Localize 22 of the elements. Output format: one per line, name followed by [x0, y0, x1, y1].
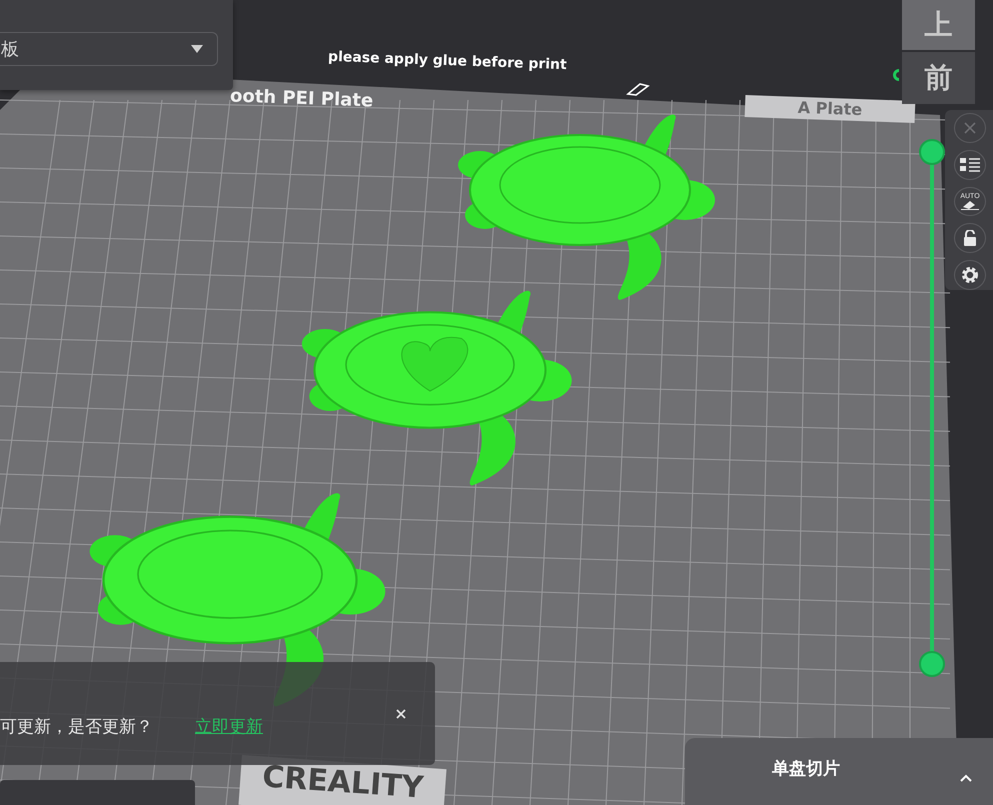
caret-icon[interactable] [960, 774, 972, 782]
dropdown-caret-icon [191, 45, 203, 53]
plate-type-dropdown[interactable]: 板 [0, 32, 218, 66]
turtle-model[interactable] [458, 114, 715, 300]
list-icon [960, 158, 980, 172]
lock-button[interactable] [954, 223, 986, 254]
plate-arrange-icon [960, 200, 979, 210]
tag-icon [626, 82, 650, 96]
plate-type-label: ooth PEI Plate [230, 86, 374, 112]
slice-plate-button[interactable]: 单盘切片 [685, 738, 993, 805]
view-cube-front[interactable]: 前 [902, 52, 975, 104]
plate-notice: please apply glue before print [328, 48, 567, 74]
unlocked-padlock-icon [962, 230, 978, 246]
turtle-model[interactable] [302, 290, 572, 486]
list-button[interactable] [954, 150, 986, 180]
update-now-link[interactable]: 立即更新 [195, 715, 263, 738]
settings-icon [961, 266, 979, 284]
gear-button[interactable] [954, 260, 986, 290]
update-message: 可更新，是否更新？ [0, 716, 153, 738]
close-icon [962, 120, 978, 136]
orientation-indicator-icon [892, 68, 900, 82]
close-icon[interactable] [396, 709, 406, 719]
